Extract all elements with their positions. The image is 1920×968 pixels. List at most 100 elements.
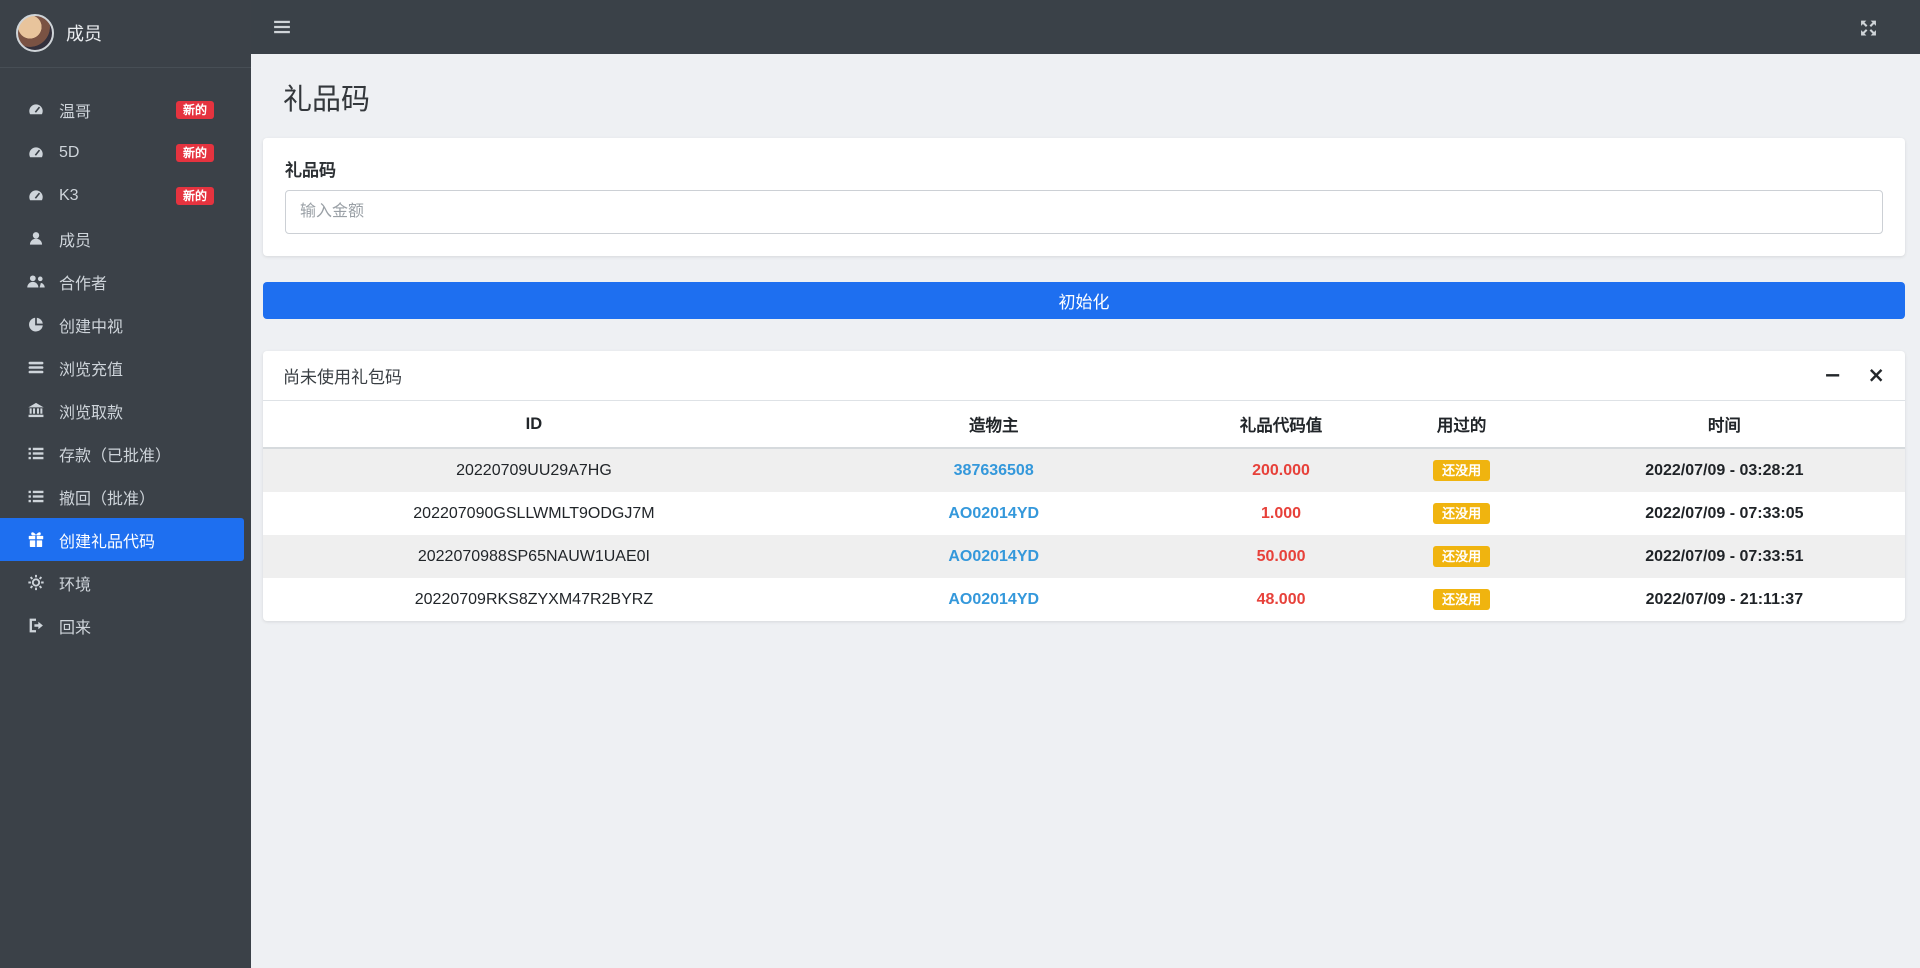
main-area: 礼品码 礼品码 初始化 尚未使用礼包码 − × ID造物主礼品代码值用过的时间 … [251, 0, 1920, 968]
avatar [16, 14, 54, 52]
table-row: 20220709UU29A7HG 387636508 200.000 还没用 2022/… [263, 448, 1905, 492]
list-icon [26, 445, 46, 462]
sidebar-item-label: 浏览充值 [59, 361, 124, 379]
tachometer-icon [26, 187, 46, 204]
sidebar-menu: 温哥 新的 5D 新的 K3 新的 成员 合作者 创建中视 浏览充值 浏览取款 存款（已批准） 撤回（批… [0, 68, 251, 647]
new-badge: 新的 [175, 186, 214, 205]
page-title: 礼品码 [283, 84, 371, 116]
sidebar: 成员 温哥 新的 5D 新的 K3 新的 成员 合作者 创建中视 浏览充值 浏览取款 存款（已批准）撤… [0, 0, 251, 968]
content: 礼品码 礼品码 初始化 尚未使用礼包码 − × ID造物主礼品代码值用过的时间 … [251, 54, 1920, 968]
list-icon [26, 488, 46, 505]
sidebar-item-create-view[interactable]: 创建中视 [0, 303, 251, 346]
column-header: 造物主 [804, 400, 1183, 449]
cell-id: 20220709UU29A7HG [456, 461, 612, 479]
column-header: ID [263, 400, 805, 449]
sidebar-item-label: 存款（已批准） [59, 447, 172, 465]
status-badge: 还没用 [1433, 546, 1491, 567]
cell-time: 2022/07/09 - 21:11:37 [1645, 590, 1804, 608]
money-stack-icon [26, 359, 46, 376]
table-header: ID 造物主 礼品代码值 用过的 时间 [263, 400, 1905, 449]
gift-code-form-card: 礼品码 [263, 138, 1905, 256]
cell-id: 2022070988SP65NAUW1UAE0I [417, 547, 650, 565]
user-icon [26, 230, 46, 247]
sidebar-item-label: K3 [59, 186, 79, 204]
status-badge: 还没用 [1433, 460, 1491, 481]
cell-value: 50.000 [1256, 547, 1306, 565]
sidebar-item-label: 撤回（批准） [59, 490, 156, 508]
sidebar-item-label: 合作者 [59, 275, 108, 293]
sidebar-item-label: 浏览取款 [59, 404, 124, 422]
cell-value: 1.000 [1261, 504, 1302, 522]
sidebar-item-label: 回来 [59, 619, 92, 637]
cell-id: 202207090GSLLWMLT9ODGJ7M [413, 504, 655, 522]
tachometer-icon [26, 101, 46, 118]
minimize-icon[interactable]: − [1824, 365, 1842, 386]
hamburger-icon [273, 18, 291, 36]
sidebar-item-back[interactable]: 回来 [0, 604, 251, 647]
new-badge: 新的 [175, 100, 214, 119]
cell-time: 2022/07/09 - 07:33:05 [1645, 504, 1804, 522]
cell-creator[interactable]: AO02014YD [805, 492, 1183, 535]
sign-out-icon [26, 617, 46, 634]
amount-label: 礼品码 [285, 161, 336, 180]
pie-chart-icon [26, 316, 46, 333]
gift-codes-table: ID 造物主 礼品代码值 用过的 时间 20220709UU29A7HG 38763650… [263, 400, 1905, 621]
gift-icon [26, 531, 46, 548]
cell-used: 还没用 [1380, 535, 1544, 578]
sidebar-item-k3[interactable]: K3 新的 [0, 174, 251, 217]
card-title: 尚未使用礼包码 [283, 368, 402, 387]
user-name: 成员 [66, 24, 102, 44]
unused-codes-card: 尚未使用礼包码 − × ID 造物主 礼品代码值 用过的 时间 20220709UU29… [263, 351, 1905, 621]
sidebar-item-browse-recharge[interactable]: 浏览充值 [0, 346, 251, 389]
cell-used: 还没用 [1380, 448, 1544, 492]
fullscreen-icon [1860, 19, 1877, 36]
sidebar-item-label: 5D [59, 143, 80, 161]
cell-creator[interactable]: AO02014YD [805, 535, 1183, 578]
users-icon [26, 273, 46, 290]
cell-time: 2022/07/09 - 03:28:21 [1645, 461, 1804, 479]
sidebar-toggle-button[interactable] [267, 12, 310, 42]
table-row: 20220709RKS8ZYXM47R2BYRZ AO02014YD 48.000 还… [263, 578, 1905, 621]
gear-icon [26, 574, 46, 591]
cell-used: 还没用 [1380, 578, 1544, 621]
cell-value: 48.000 [1256, 590, 1306, 608]
amount-input[interactable] [285, 190, 1883, 234]
sidebar-item-wenge[interactable]: 温哥 新的 [0, 88, 251, 131]
sidebar-item-environment[interactable]: 环境 [0, 561, 251, 604]
close-icon[interactable]: × [1867, 365, 1885, 386]
sidebar-item-create-gift-code[interactable]: 创建礼品代码 [0, 518, 244, 561]
initialize-button[interactable]: 初始化 [263, 282, 1905, 319]
sidebar-item-5d[interactable]: 5D 新的 [0, 131, 251, 174]
fullscreen-button[interactable] [1854, 13, 1896, 42]
cell-time: 2022/07/09 - 07:33:51 [1645, 547, 1804, 565]
sidebar-item-browse-withdraw[interactable]: 浏览取款 [0, 389, 251, 432]
sidebar-item-partners[interactable]: 合作者 [0, 260, 251, 303]
user-panel: 成员 [0, 0, 251, 68]
table-row: 202207090GSLLWMLT9ODGJ7M AO02014YD 1.000 还没… [263, 492, 1905, 535]
bank-icon [26, 402, 46, 419]
app-root: 成员 温哥 新的 5D 新的 K3 新的 成员 合作者 创建中视 浏览充值 浏览取款 存款（已批准）撤… [0, 0, 1920, 968]
tachometer-icon [26, 144, 46, 161]
cell-value: 200.000 [1252, 461, 1310, 479]
table-row: 2022070988SP65NAUW1UAE0I AO02014YD 50.000 还… [263, 535, 1905, 578]
new-badge: 新的 [175, 143, 214, 162]
cell-creator[interactable]: AO02014YD [805, 578, 1183, 621]
cell-id: 20220709RKS8ZYXM47R2BYRZ [414, 590, 654, 608]
sidebar-item-members[interactable]: 成员 [0, 217, 251, 260]
sidebar-item-label: 温哥 [59, 103, 92, 121]
status-badge: 还没用 [1433, 589, 1491, 610]
sidebar-item-label: 成员 [59, 232, 92, 250]
cell-creator[interactable]: 387636508 [805, 448, 1183, 492]
sidebar-item-deposits-approved[interactable]: 存款（已批准） [0, 432, 251, 475]
cell-used: 还没用 [1380, 492, 1544, 535]
sidebar-item-label: 创建中视 [59, 318, 124, 336]
sidebar-item-label: 创建礼品代码 [59, 533, 156, 551]
sidebar-item-withdraw-approved[interactable]: 撤回（批准） [0, 475, 251, 518]
topbar [251, 0, 1920, 54]
column-header: 用过的 [1379, 400, 1544, 449]
card-tools: − × [1824, 365, 1885, 386]
sidebar-item-label: 环境 [59, 576, 92, 594]
card-header: 尚未使用礼包码 − × [263, 351, 1905, 400]
column-header: 礼品代码值 [1182, 400, 1380, 449]
column-header: 时间 [1543, 400, 1905, 449]
